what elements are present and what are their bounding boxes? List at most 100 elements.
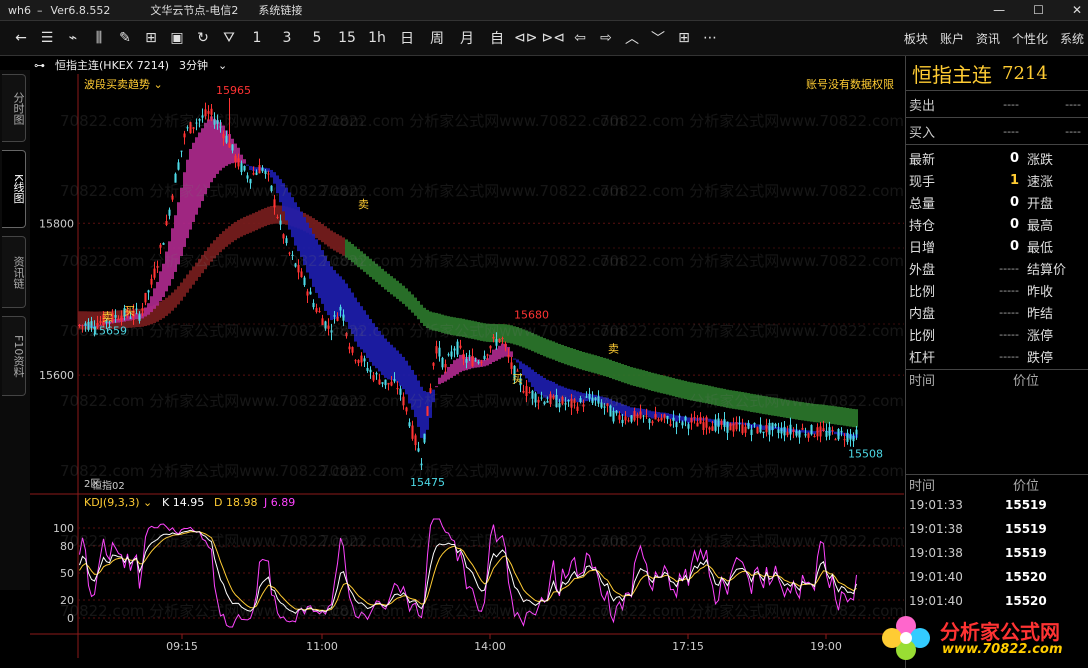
trend-ribbon-slow: [741, 392, 744, 411]
period-5-button[interactable]: 5: [302, 21, 332, 55]
quote-row-label: 比例: [909, 284, 936, 300]
period-month-button[interactable]: 月: [452, 21, 482, 55]
up-icon[interactable]: ︿: [619, 21, 645, 55]
candle-body: [462, 354, 465, 359]
server-node[interactable]: 文华云节点-电信2: [150, 2, 238, 18]
tab-kline[interactable]: K线图: [2, 150, 26, 228]
candle-icon[interactable]: ⫼: [86, 21, 112, 55]
candle-body: [759, 424, 762, 433]
candle-body: [345, 333, 348, 337]
trend-ribbon-slow: [585, 352, 588, 371]
system-link-menu[interactable]: 系统链接: [258, 2, 302, 18]
candle-body: [465, 359, 468, 363]
candle-body: [228, 143, 231, 148]
minimize-icon[interactable]: —: [993, 3, 1005, 17]
layout-icon[interactable]: ⊞: [671, 21, 697, 55]
kline-icon[interactable]: ⊞: [138, 21, 164, 55]
candle-body: [318, 311, 321, 313]
close-icon[interactable]: ✕: [1072, 3, 1082, 17]
period-custom-button[interactable]: 自: [482, 21, 512, 55]
trend-ribbon-slow: [750, 393, 753, 413]
trend-ribbon-slow: [399, 283, 402, 302]
candle-body: [720, 420, 723, 426]
zoom-out-icon[interactable]: ⊳⊲: [539, 21, 566, 55]
chevron-down-icon[interactable]: ⌄: [218, 59, 227, 72]
timeshare-icon[interactable]: ⌁: [60, 21, 86, 55]
candle-body: [819, 426, 822, 437]
trend-ribbon-fast: [459, 354, 462, 373]
period-3-button[interactable]: 3: [272, 21, 302, 55]
candle-body: [690, 417, 693, 423]
trend-ribbon-fast: [324, 255, 327, 311]
trend-ribbon-slow: [621, 364, 624, 383]
tick-price: 15520: [1005, 594, 1047, 608]
trend-ribbon-fast: [414, 374, 417, 418]
trend-ribbon-slow: [762, 395, 765, 415]
trend-ribbon-slow: [198, 258, 201, 277]
trend-ribbon-slow: [174, 289, 177, 308]
back-icon[interactable]: ←: [8, 21, 34, 55]
period-1-button[interactable]: 1: [242, 21, 272, 55]
trend-ribbon-fast: [651, 411, 654, 419]
trend-ribbon-slow: [579, 350, 582, 370]
save-icon[interactable]: ▣: [164, 21, 190, 55]
down-icon[interactable]: ﹀: [645, 21, 671, 55]
quote-row: 日增 0 最低: [906, 235, 1088, 257]
trend-ribbon-fast: [153, 288, 156, 309]
candle-body: [624, 416, 627, 421]
right-arrow-icon[interactable]: ⇨: [593, 21, 619, 55]
trend-ribbon-fast: [405, 360, 408, 395]
trend-ribbon-slow: [261, 209, 264, 228]
trend-ribbon-slow: [738, 391, 741, 410]
refresh-icon[interactable]: ↻: [190, 21, 216, 55]
trend-ribbon-slow: [609, 359, 612, 379]
trend-ribbon-slow: [243, 216, 246, 236]
candle-body: [438, 347, 441, 357]
maximize-icon[interactable]: ☐: [1033, 3, 1044, 17]
candle-body: [735, 422, 738, 430]
quote-row-field: 开盘: [1027, 196, 1054, 212]
period-1h-button[interactable]: 1h: [362, 21, 392, 55]
trend-ribbon-slow: [417, 301, 420, 320]
period-label[interactable]: 3分钟: [179, 57, 208, 73]
period-day-button[interactable]: 日: [392, 21, 422, 55]
tab-f10[interactable]: F10资料: [2, 316, 26, 396]
candle-body: [300, 271, 303, 278]
trend-ribbon-slow: [675, 378, 678, 398]
list-icon[interactable]: ☰: [34, 21, 60, 55]
trend-ribbon-slow: [558, 343, 561, 363]
news-menu[interactable]: 资讯: [976, 30, 1000, 47]
account-menu[interactable]: 账户: [940, 30, 964, 47]
time-column-header: 时间: [909, 373, 936, 389]
quote-row-field: 昨收: [1027, 284, 1054, 300]
personalize-menu[interactable]: 个性化: [1012, 30, 1048, 47]
period-week-button[interactable]: 周: [422, 21, 452, 55]
trend-ribbon-slow: [381, 268, 384, 288]
left-arrow-icon[interactable]: ⇦: [567, 21, 593, 55]
system-menu[interactable]: 系统: [1060, 30, 1084, 47]
tick-list[interactable]: 19:01:33 15519 19:01:38 15519 19:01:38 15519 1…: [906, 493, 1088, 613]
trend-ribbon-slow: [258, 210, 261, 229]
zoom-in-icon[interactable]: ⊲⊳: [512, 21, 539, 55]
trend-ribbon-slow: [684, 380, 687, 400]
quote-row-field: 最高: [1027, 218, 1054, 234]
trend-ribbon-slow: [525, 330, 528, 349]
more-icon[interactable]: ⋯: [697, 21, 723, 55]
trend-ribbon-fast: [354, 297, 357, 342]
quote-row: 最新 0 涨跌: [906, 147, 1088, 169]
sector-menu[interactable]: 板块: [904, 30, 928, 47]
candle-body: [486, 354, 489, 356]
symbol-label[interactable]: 恒指主连(HKEX 7214): [55, 57, 169, 73]
candle-body: [531, 390, 534, 399]
period-15-button[interactable]: 15: [332, 21, 362, 55]
draw-icon[interactable]: ✎: [112, 21, 138, 55]
trend-ribbon-slow: [627, 366, 630, 385]
tab-news-chain[interactable]: 资讯链: [2, 236, 26, 308]
link-icon[interactable]: ⊶: [34, 59, 45, 72]
candle-body: [510, 362, 513, 369]
quote-row: 比例 ----- 涨停: [906, 323, 1088, 345]
trend-ribbon-fast: [534, 372, 537, 392]
kline-chart[interactable]: 15800 15600 波段买卖趋势 ⌄ 账号没有数据权限 15965 15475 1550…: [30, 74, 904, 658]
chart-tool-icon[interactable]: ⛛: [216, 21, 242, 55]
tab-timeshare[interactable]: 分时图: [2, 74, 26, 142]
